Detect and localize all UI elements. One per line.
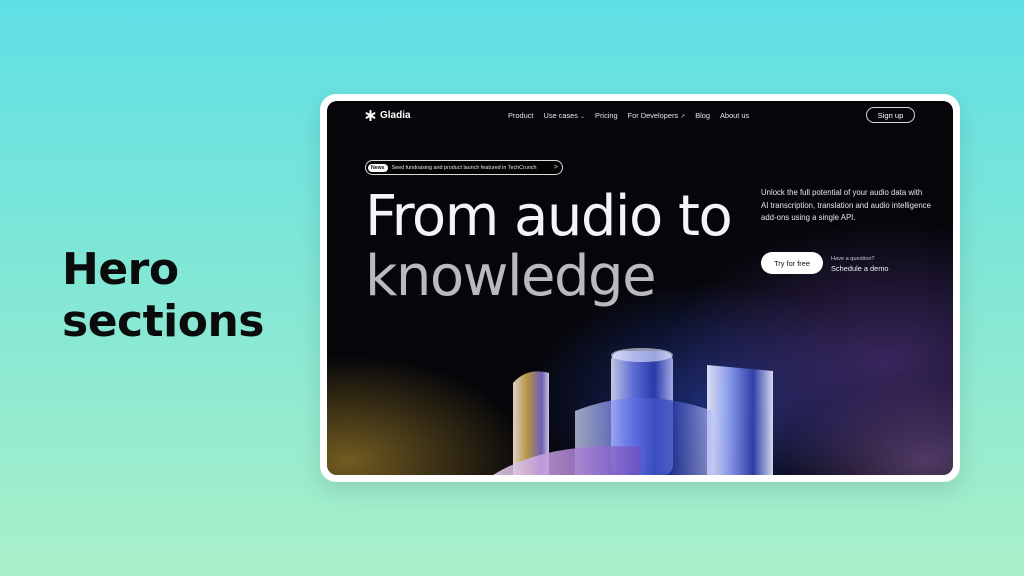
nav-item-for-developers[interactable]: For Developers ↗ xyxy=(628,111,686,120)
sign-up-button[interactable]: Sign up xyxy=(866,107,915,123)
hero-description: Unlock the full potential of your audio … xyxy=(761,188,931,222)
nav-item-pricing[interactable]: Pricing xyxy=(595,111,618,120)
nav-item-about-us[interactable]: About us xyxy=(720,111,749,120)
nav-links: Product Use cases ⌄ Pricing For Developer… xyxy=(508,111,749,120)
hero-headline-line1: From audio to xyxy=(365,184,733,249)
nav-item-use-cases[interactable]: Use cases ⌄ xyxy=(543,111,585,120)
top-navigation: Gladia Product Use cases ⌄ Pricing For De… xyxy=(327,101,953,129)
gladia-asterisk-icon xyxy=(365,110,376,121)
nav-item-use-cases-label: Use cases xyxy=(543,111,578,120)
question-label: Have a question? xyxy=(831,256,875,262)
nav-item-product[interactable]: Product xyxy=(508,111,533,120)
news-badge: News xyxy=(368,163,388,172)
try-for-free-button[interactable]: Try for free xyxy=(761,252,823,274)
nav-item-for-developers-label: For Developers xyxy=(627,111,679,120)
browser-frame: Gladia Product Use cases ⌄ Pricing For De… xyxy=(320,94,960,482)
hero-headline: From audio to knowledge xyxy=(365,187,745,307)
slide-title: Hero sections xyxy=(62,244,322,348)
external-link-icon: ↗ xyxy=(680,114,686,120)
slide-title-line1: Hero xyxy=(62,244,179,295)
nav-item-blog[interactable]: Blog xyxy=(695,111,710,120)
chevron-down-icon: ⌄ xyxy=(580,114,586,120)
schedule-demo-link[interactable]: Schedule a demo xyxy=(831,264,889,273)
sculpture-right-pillar xyxy=(707,365,773,475)
chevron-right-icon: > xyxy=(553,164,558,171)
slide-title-line2: sections xyxy=(62,296,264,347)
news-text: Seed fundraising and product launch feat… xyxy=(391,164,537,171)
news-pill[interactable]: News Seed fundraising and product launch… xyxy=(365,160,563,175)
logo-text: Gladia xyxy=(380,110,411,121)
logo[interactable]: Gladia xyxy=(365,110,411,121)
website-screenshot: Gladia Product Use cases ⌄ Pricing For De… xyxy=(327,101,953,475)
hero-headline-line2: knowledge xyxy=(365,244,657,309)
